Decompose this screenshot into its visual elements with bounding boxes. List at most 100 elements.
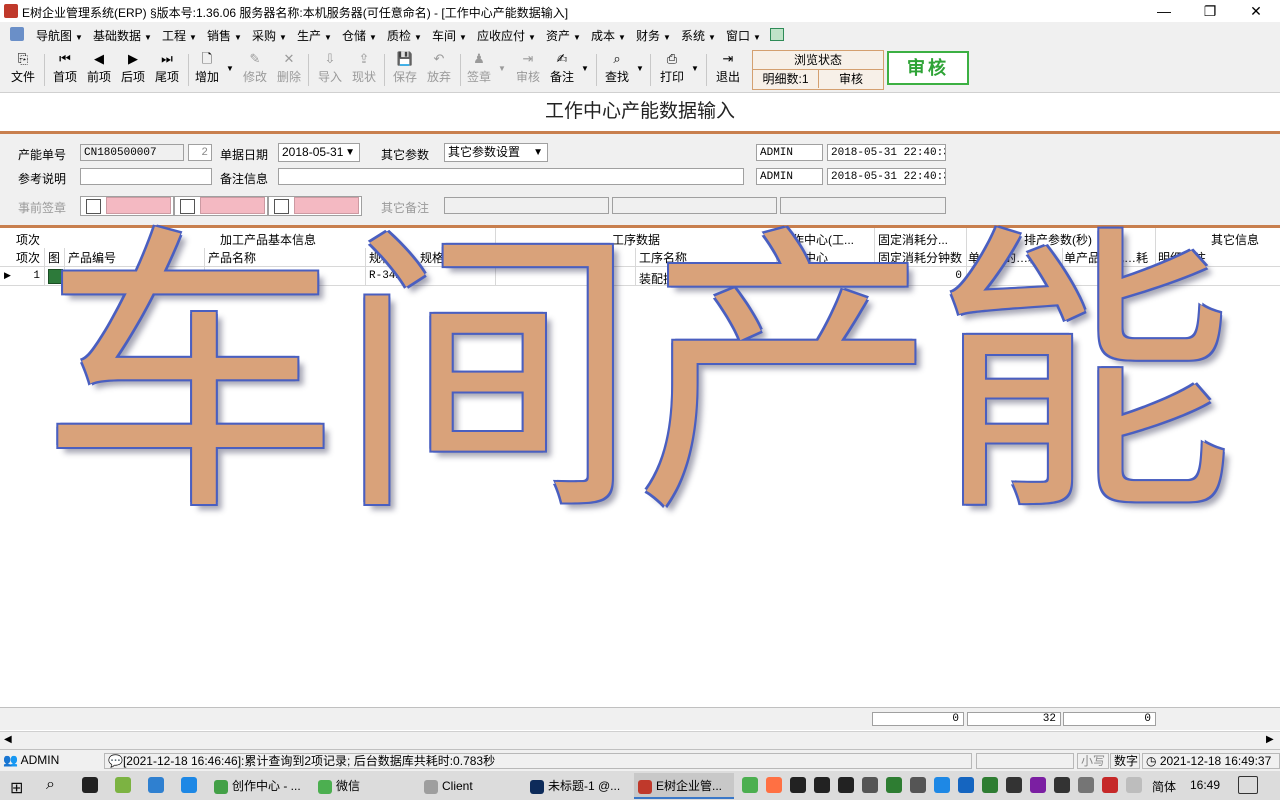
tray-qq-icon[interactable]: [838, 777, 854, 793]
file-button[interactable]: ⎘ 文件: [6, 50, 40, 90]
capacity-no-field[interactable]: CN180500007: [80, 144, 184, 161]
tray-app-icon[interactable]: [1126, 777, 1142, 793]
find-dropdown-arrow[interactable]: ▼: [636, 64, 644, 73]
edit-button[interactable]: ✎ 修改: [238, 50, 272, 90]
print-button[interactable]: ⎙ 打印: [655, 50, 689, 90]
next-button[interactable]: ▶ 后项: [116, 50, 150, 90]
col-header-img[interactable]: 图: [48, 249, 60, 266]
app-icon[interactable]: [115, 777, 131, 793]
menu-purchase[interactable]: 采购 ▼: [252, 27, 287, 44]
menu-navigation[interactable]: 导航图 ▼: [36, 27, 83, 44]
menu-warehouse[interactable]: 仓储 ▼: [342, 27, 377, 44]
discard-button[interactable]: ↶ 放弃: [422, 50, 456, 90]
ime-indicator[interactable]: 简体: [1152, 778, 1176, 795]
tray-nvidia-icon[interactable]: [982, 777, 998, 793]
taskbar-app-erp[interactable]: E树企业管...: [634, 773, 734, 799]
scroll-left-icon[interactable]: ◀: [4, 734, 12, 745]
tray-qq-icon[interactable]: [790, 777, 806, 793]
import-button[interactable]: ⇩ 导入: [313, 50, 347, 90]
product-image-icon[interactable]: [48, 269, 63, 284]
close-button[interactable]: ✕: [1233, 0, 1279, 22]
sign-dropdown-arrow[interactable]: ▼: [498, 64, 506, 73]
sign-button[interactable]: ♟ 签章: [462, 50, 496, 90]
other-remark-field-1[interactable]: [444, 197, 609, 214]
col-header-wc[interactable]: 工作中心: [780, 249, 828, 266]
network-icon[interactable]: [910, 777, 926, 793]
col-header-prod2[interactable]: 单产品的机…耗: [1064, 249, 1154, 266]
other-remark-field-2[interactable]: [612, 197, 777, 214]
tray-app-icon[interactable]: [958, 777, 974, 793]
col-header-proc-name[interactable]: 工序名称: [639, 249, 687, 266]
menu-quality[interactable]: 质检 ▼: [387, 27, 422, 44]
col-header-code[interactable]: 产品编号: [68, 249, 116, 266]
tray-app-icon[interactable]: [1054, 777, 1070, 793]
tray-app-icon[interactable]: [1102, 777, 1118, 793]
add-dropdown-arrow[interactable]: ▼: [226, 64, 234, 73]
menu-engineering[interactable]: 工程 ▼: [162, 27, 197, 44]
col-header-unit[interactable]: 单位: [468, 249, 492, 266]
presign-checkbox-2[interactable]: [180, 199, 195, 214]
col-header-item[interactable]: 项次: [16, 249, 40, 266]
taskbar-app-creation-center[interactable]: 创作中心 - ...: [210, 773, 310, 799]
col-header-name[interactable]: 产品名称: [208, 249, 256, 266]
first-button[interactable]: ⏮ 首项: [48, 50, 82, 90]
table-row[interactable]: ▶ 1 12F-000001 Sony PCBA R-3423 装配执锡 装配 …: [0, 267, 1280, 286]
delete-button[interactable]: ✕ 删除: [272, 50, 306, 90]
other-remark-field-3[interactable]: [780, 197, 946, 214]
review-button[interactable]: ⇥ 审核: [511, 50, 545, 90]
tray-qq-icon[interactable]: [814, 777, 830, 793]
app-icon[interactable]: [181, 777, 197, 793]
tray-app-icon[interactable]: [1078, 777, 1094, 793]
col-header-spec1[interactable]: 规格1: [369, 249, 400, 266]
tray-app-icon[interactable]: [1030, 777, 1046, 793]
menu-system[interactable]: 系统 ▼: [681, 27, 716, 44]
search-icon[interactable]: ⌕: [46, 776, 55, 794]
audit-button[interactable]: 审核: [887, 51, 969, 85]
col-header-detail-remark[interactable]: 明细备注: [1158, 249, 1206, 266]
menu-finance[interactable]: 财务 ▼: [636, 27, 671, 44]
notification-icon[interactable]: [1238, 776, 1258, 794]
tray-app-icon[interactable]: [766, 777, 782, 793]
taskbar-app-wechat[interactable]: 微信: [314, 773, 414, 799]
taskbar-app-client[interactable]: Client: [420, 773, 520, 799]
save-button[interactable]: 💾 保存: [388, 50, 422, 90]
taskbar-app-photoshop[interactable]: 未标题-1 @...: [526, 773, 630, 799]
app-icon[interactable]: [148, 777, 164, 793]
qq-icon[interactable]: [82, 777, 98, 793]
menu-sales[interactable]: 销售 ▼: [207, 27, 242, 44]
note-button[interactable]: ✍ 备注: [545, 50, 579, 90]
horizontal-scrollbar[interactable]: ◀ ▶: [0, 731, 1280, 749]
start-windows-icon[interactable]: ⊞: [10, 778, 23, 798]
menu-receivable-payable[interactable]: 应收应付 ▼: [477, 27, 536, 44]
presign-checkbox-1[interactable]: [86, 199, 101, 214]
menu-app-icon[interactable]: [10, 27, 24, 41]
capacity-seq-field[interactable]: 2: [188, 144, 212, 161]
tray-app-icon[interactable]: [934, 777, 950, 793]
remark-field[interactable]: [278, 168, 744, 185]
scroll-right-icon[interactable]: ▶: [1266, 734, 1274, 745]
tray-wechat-icon[interactable]: [742, 777, 758, 793]
other-params-select[interactable]: 其它参数设置 ▼: [444, 143, 548, 162]
add-button[interactable]: 🗋 增加: [190, 50, 224, 90]
menu-workshop[interactable]: 车间 ▼: [432, 27, 467, 44]
find-button[interactable]: ⌕ 查找: [600, 50, 634, 90]
tray-shield-icon[interactable]: [1006, 777, 1022, 793]
col-header-fixed-min[interactable]: 固定消耗分钟数: [878, 249, 964, 266]
tray-app-icon[interactable]: [886, 777, 902, 793]
note-dropdown-arrow[interactable]: ▼: [581, 64, 589, 73]
taskbar-clock[interactable]: 16:49: [1190, 778, 1220, 792]
menu-production[interactable]: 生产 ▼: [297, 27, 332, 44]
restore-button[interactable]: ❐: [1187, 0, 1233, 22]
presign-checkbox-3[interactable]: [274, 199, 289, 214]
date-picker[interactable]: 2018-05-31 ▼: [278, 143, 360, 162]
exit-button[interactable]: ⇥ 退出: [711, 50, 745, 90]
menu-cost[interactable]: 成本 ▼: [591, 27, 626, 44]
menu-assets[interactable]: 资产 ▼: [546, 27, 581, 44]
volume-icon[interactable]: [862, 777, 878, 793]
menu-basic-data[interactable]: 基础数据 ▼: [93, 27, 152, 44]
col-header-proc-code[interactable]: 工序代号: [499, 249, 547, 266]
status-button[interactable]: ⇪ 现状: [347, 50, 381, 90]
menu-window[interactable]: 窗口 ▼: [726, 27, 761, 44]
minimize-button[interactable]: —: [1141, 0, 1187, 22]
print-dropdown-arrow[interactable]: ▼: [691, 64, 699, 73]
